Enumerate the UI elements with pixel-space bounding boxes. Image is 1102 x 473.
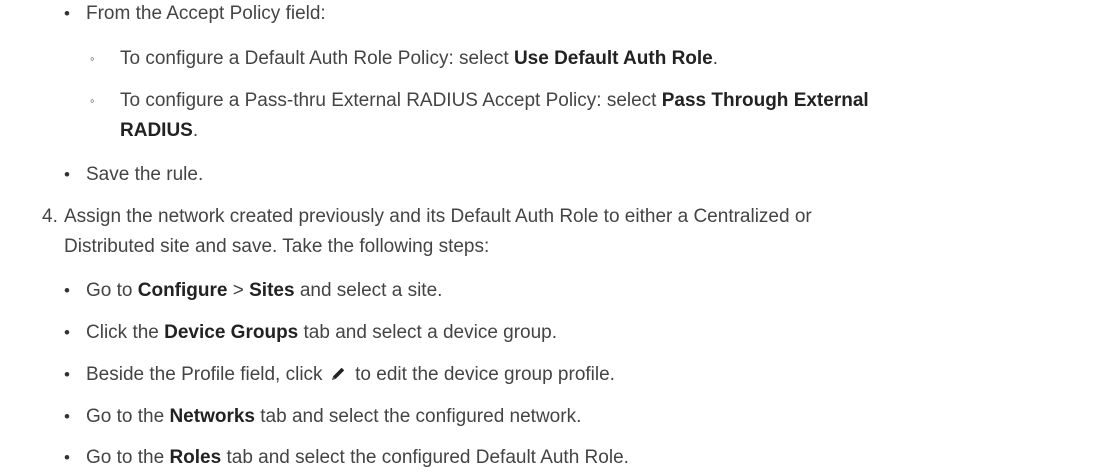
list-subitem-continuation: RADIUS. bbox=[120, 120, 198, 142]
list-bullet: • bbox=[64, 407, 70, 426]
list-item: Go to the Roles tab and select the confi… bbox=[86, 447, 629, 469]
pencil-icon bbox=[331, 367, 345, 380]
list-subitem-text: . bbox=[192, 120, 199, 141]
list-item-text: to edit the device group profile. bbox=[349, 364, 615, 385]
list-subitem-text: To configure a Pass-thru External RADIUS… bbox=[120, 90, 662, 111]
step-text: Assign the network created previously an… bbox=[64, 206, 812, 228]
list-item: Go to Configure > Sites and select a sit… bbox=[86, 280, 442, 302]
list-bullet: • bbox=[64, 448, 70, 467]
list-item-text: and select a site. bbox=[294, 280, 443, 301]
list-item: Save the rule. bbox=[86, 164, 203, 186]
document-page: • From the Accept Policy field: ◦ To con… bbox=[0, 0, 1102, 473]
ui-term: Configure bbox=[137, 280, 228, 301]
list-item-text: Go to the bbox=[86, 447, 170, 468]
list-subitem: To configure a Pass-thru External RADIUS… bbox=[120, 90, 869, 112]
list-bullet: • bbox=[64, 365, 70, 384]
list-item-text: tab and select the configured Default Au… bbox=[221, 447, 629, 468]
list-item-text: tab and select a device group. bbox=[298, 322, 558, 343]
ui-term: Networks bbox=[169, 406, 255, 427]
step-number: 4. bbox=[42, 206, 58, 227]
list-bullet: • bbox=[64, 281, 70, 300]
list-item-text: Beside the Profile field, click bbox=[86, 364, 328, 385]
list-bullet: • bbox=[64, 165, 70, 184]
ui-term: Use Default Auth Role bbox=[513, 48, 713, 69]
ui-term: Sites bbox=[249, 280, 295, 301]
list-item-text: > bbox=[227, 280, 250, 301]
list-item: Click the Device Groups tab and select a… bbox=[86, 322, 557, 344]
list-bullet: • bbox=[64, 4, 70, 23]
step-text-line: Assign the network created previously an… bbox=[64, 206, 812, 227]
list-item-text: Go to the bbox=[86, 406, 170, 427]
list-sub-bullet: ◦ bbox=[90, 93, 95, 108]
list-subitem-text: . bbox=[712, 48, 719, 69]
list-item: Go to the Networks tab and select the co… bbox=[86, 406, 581, 428]
list-item-text: Save the rule. bbox=[86, 164, 204, 185]
list-item-text: tab and select the configured network. bbox=[254, 406, 582, 427]
ui-term: RADIUS bbox=[120, 120, 193, 141]
list-sub-bullet: ◦ bbox=[90, 51, 95, 66]
ui-term: Device Groups bbox=[164, 322, 299, 343]
list-subitem-text: To configure a Default Auth Role Policy:… bbox=[120, 48, 514, 69]
list-item-text: From the Accept Policy field: bbox=[86, 3, 326, 24]
list-item: From the Accept Policy field: bbox=[86, 3, 326, 25]
step-text: Distributed site and save. Take the foll… bbox=[64, 236, 489, 258]
list-item: Beside the Profile field, click to edit … bbox=[86, 364, 615, 386]
list-bullet: • bbox=[64, 323, 70, 342]
step-text-line: Distributed site and save. Take the foll… bbox=[64, 236, 490, 257]
ui-term: Pass Through External bbox=[661, 90, 869, 111]
list-item-text: Go to bbox=[86, 280, 138, 301]
list-subitem: To configure a Default Auth Role Policy:… bbox=[120, 48, 718, 70]
ui-term: Roles bbox=[169, 447, 222, 468]
list-item-text: Click the bbox=[86, 322, 165, 343]
